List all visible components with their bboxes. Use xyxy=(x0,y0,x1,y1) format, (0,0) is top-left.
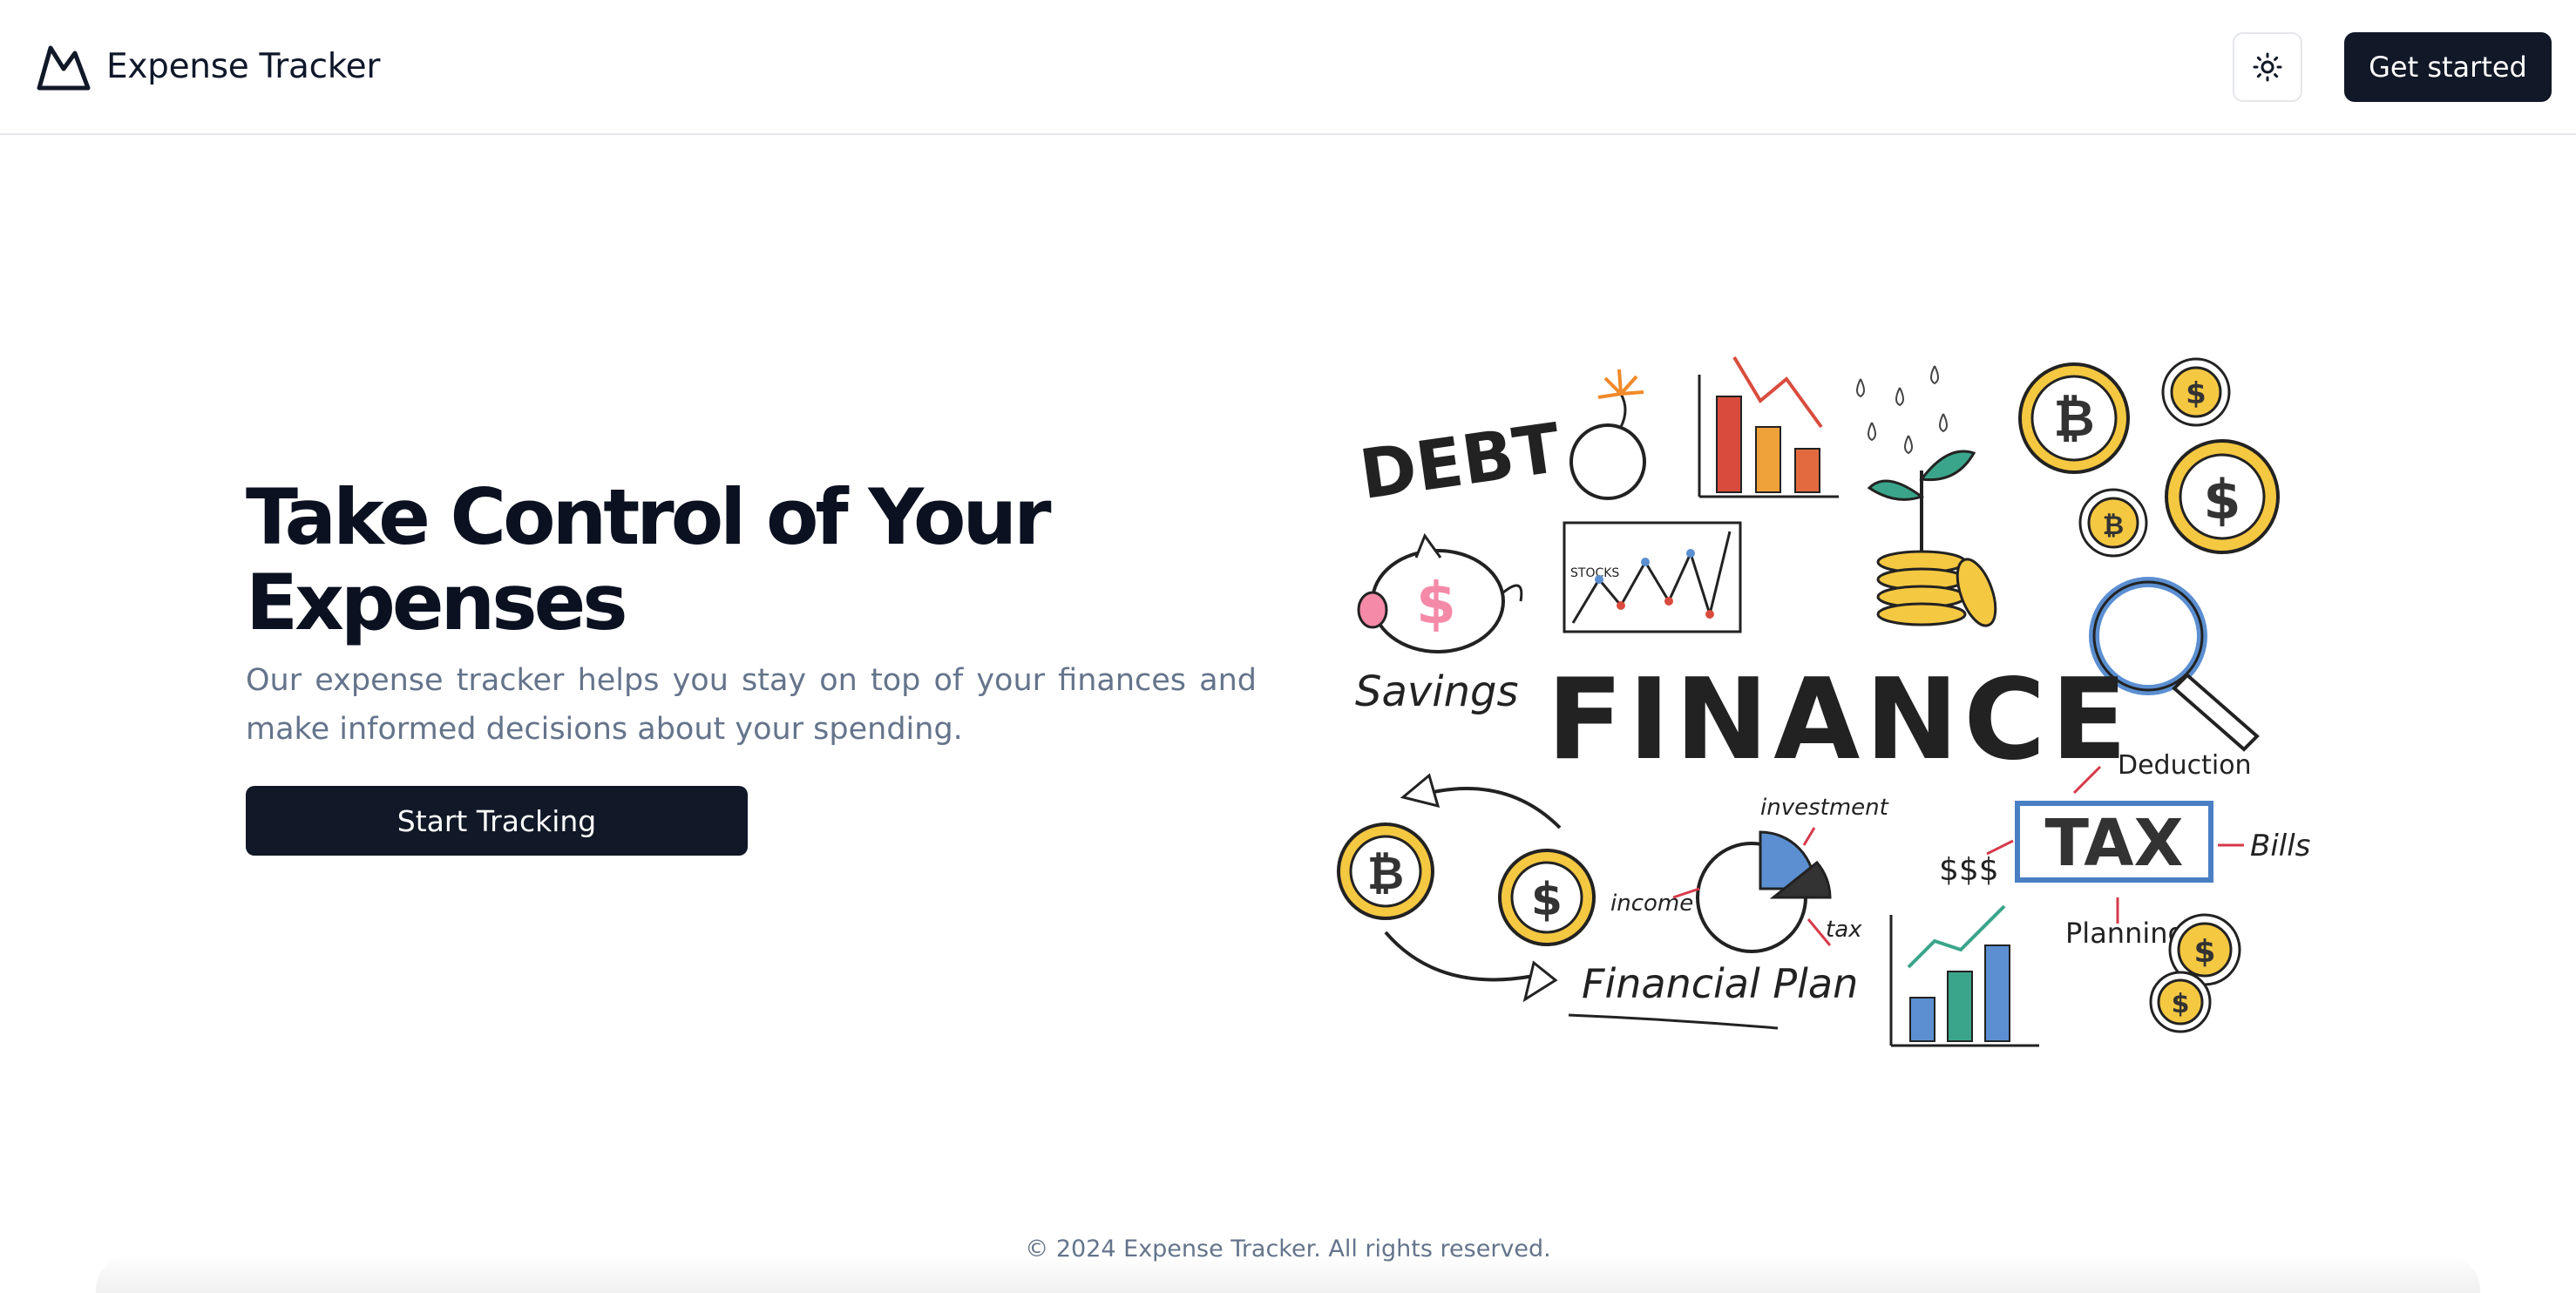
finance-sketch-image: DEBT ₿ $ $ ₿ $ Savings STOCKS FINANCE ₿ … xyxy=(1337,355,2310,1047)
debt-label: DEBT xyxy=(1355,410,1565,515)
brand[interactable]: Expense Tracker xyxy=(37,43,380,91)
piggy-bank-icon: $ xyxy=(1357,532,1523,653)
tax-label: TAX xyxy=(2044,806,2183,881)
footer-copyright: © 2024 Expense Tracker. All rights reser… xyxy=(1025,1235,1551,1263)
svg-text:$: $ xyxy=(2186,376,2207,411)
hero-title-line1: Take Control of Your xyxy=(246,472,1051,562)
savings-label: Savings xyxy=(1355,667,1519,716)
deduction-label: Deduction xyxy=(2118,750,2252,781)
hero-subtitle: Our expense tracker helps you stay on to… xyxy=(246,663,1257,747)
stocks-chart-icon: STOCKS xyxy=(1563,521,1742,633)
growth-bar-chart-icon xyxy=(1889,904,2039,1047)
bomb-icon xyxy=(1569,369,1646,500)
svg-text:$: $ xyxy=(2193,934,2215,970)
tax-small-label: tax xyxy=(1826,917,1862,943)
investment-label: investment xyxy=(1760,795,1889,821)
income-label: income xyxy=(1610,890,1693,917)
bar-chart-icon xyxy=(1698,355,1839,498)
header-actions: Get started xyxy=(2233,31,2552,102)
exchange-cycle-icon: ₿ $ xyxy=(1337,773,1596,1003)
get-started-button[interactable]: Get started xyxy=(2344,31,2552,102)
svg-text:$: $ xyxy=(2172,989,2190,1019)
svg-text:$: $ xyxy=(1416,570,1456,637)
top-navbar: Expense Tracker Get started xyxy=(0,0,2576,135)
finance-label: FINANCE xyxy=(1547,655,2132,785)
sun-icon xyxy=(2253,52,2282,81)
svg-text:$: $ xyxy=(1531,874,1563,926)
bitcoin-coin-icon: ₿ xyxy=(2078,488,2148,558)
theme-toggle-button[interactable] xyxy=(2233,31,2302,102)
start-tracking-button[interactable]: Start Tracking xyxy=(246,786,748,856)
svg-text:₿: ₿ xyxy=(1367,848,1404,900)
hero-title-line2: Expenses xyxy=(246,558,628,647)
finance-illustration: DEBT ₿ $ $ ₿ $ Savings STOCKS FINANCE ₿ … xyxy=(1333,340,2318,1063)
hero-section: Take Control of Your Expenses Our expens… xyxy=(246,475,1257,754)
pie-chart-icon xyxy=(1672,827,1832,953)
dollar-coin-icon: $ xyxy=(2165,439,2280,554)
dollar-coin-icon: $ xyxy=(2149,971,2212,1033)
dollar-coin-icon: $ xyxy=(2161,357,2231,427)
landing-page: Expense Tracker Get started Take Control… xyxy=(0,0,2576,1293)
bills-label: Bills xyxy=(2250,829,2310,863)
svg-text:$: $ xyxy=(2203,468,2240,531)
planning-label: Planning xyxy=(2065,917,2186,950)
growing-plant-coins-icon xyxy=(1856,365,1997,627)
app-name: Expense Tracker xyxy=(106,47,381,86)
mountain-logo-icon xyxy=(37,45,91,90)
tax-box: TAX xyxy=(2015,801,2213,883)
dollars-label: $$$ xyxy=(1939,852,1999,888)
svg-text:₿: ₿ xyxy=(2053,389,2094,448)
bitcoin-coin-icon: ₿ xyxy=(2018,362,2130,474)
svg-text:₿: ₿ xyxy=(2103,511,2124,541)
hero-title: Take Control of Your Expenses xyxy=(246,475,1257,646)
financial-plan-label: Financial Plan xyxy=(1582,960,1858,1007)
